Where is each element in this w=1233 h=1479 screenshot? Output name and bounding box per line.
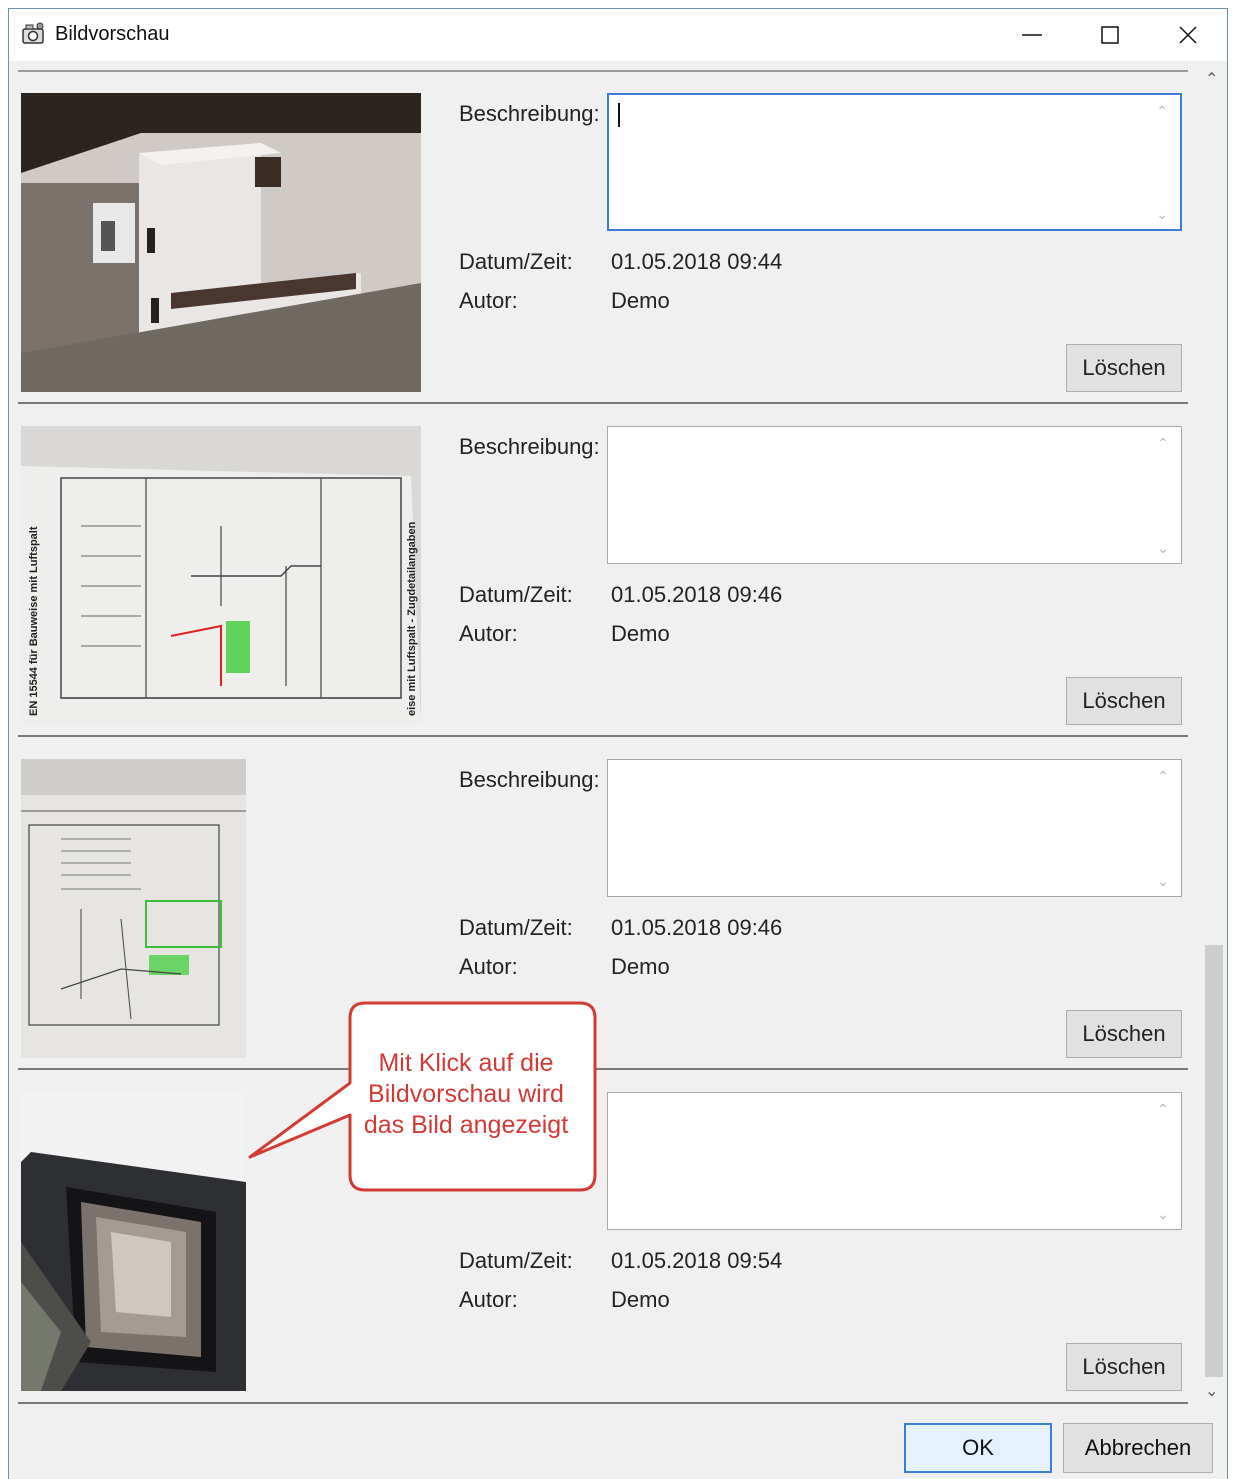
image-entry: Beschreibung: ⌃ ⌄ Datum/Zeit: 01.05.2018… (9, 61, 1199, 404)
chevron-down-icon[interactable]: ⌄ (1157, 873, 1169, 890)
dialog-window: Bildvorschau Beschreibung: ⌃ ⌄ Datum/Zei… (8, 8, 1228, 1479)
delete-button[interactable]: Löschen (1066, 344, 1182, 392)
description-label: Beschreibung: (459, 101, 600, 126)
vertical-scrollbar[interactable]: ⌃ ⌄ (1201, 61, 1227, 1405)
window-title: Bildvorschau (55, 23, 170, 45)
author-value: Demo (611, 288, 670, 313)
author-label: Autor: (459, 621, 518, 646)
chevron-up-icon[interactable]: ⌃ (1156, 103, 1168, 120)
description-label: Beschreibung: (459, 767, 600, 792)
maximize-button[interactable] (1071, 9, 1149, 61)
description-input[interactable] (614, 764, 1148, 893)
description-input[interactable] (614, 1097, 1148, 1226)
camera-app-icon (22, 22, 44, 44)
chevron-up-icon[interactable]: ⌃ (1157, 1101, 1169, 1118)
description-label: Beschreibung: (459, 434, 600, 459)
delete-button[interactable]: Löschen (1066, 1343, 1182, 1391)
callout-line: Bildvorschau wird (368, 1080, 564, 1108)
author-label: Autor: (459, 1287, 518, 1312)
image-entry: ⌃ ⌄ Datum/Zeit: 01.05.2018 09:54 Autor: … (9, 1060, 1199, 1393)
image-entry: EN 15544 für Bauweise mit Luftspalt eise… (9, 394, 1199, 737)
delete-button[interactable]: Löschen (1066, 677, 1182, 725)
description-textarea[interactable]: ⌃ ⌄ (607, 1092, 1182, 1230)
svg-text:eise mit Luftspalt - Zugdetail: eise mit Luftspalt - Zugdetailangaben (406, 521, 418, 716)
datetime-value: 01.05.2018 09:46 (611, 915, 783, 940)
chevron-down-icon[interactable]: ⌄ (1156, 206, 1168, 223)
description-input[interactable] (614, 431, 1148, 560)
author-value: Demo (611, 1287, 670, 1312)
description-input[interactable] (615, 99, 1149, 228)
author-value: Demo (611, 621, 670, 646)
datetime-value: 01.05.2018 09:46 (611, 582, 783, 607)
datetime-label: Datum/Zeit: (459, 582, 573, 607)
chevron-down-icon[interactable]: ⌄ (1157, 1206, 1169, 1223)
minimize-icon (1022, 34, 1042, 36)
description-textarea[interactable]: ⌃ ⌄ (607, 93, 1182, 231)
text-caret (618, 103, 620, 127)
maximize-icon (1101, 26, 1119, 44)
description-textarea[interactable]: ⌃ ⌄ (607, 426, 1182, 564)
scroll-down-icon[interactable]: ⌄ (1205, 1381, 1218, 1401)
title-bar[interactable]: Bildvorschau (9, 9, 1227, 61)
image-entry: Beschreibung: ⌃ ⌄ Datum/Zeit: 01.05.2018… (9, 727, 1199, 1070)
callout-text: Mit Klick auf die Bildvorschau wird das … (338, 1048, 594, 1141)
stove-room-photo (21, 93, 421, 392)
datetime-label: Datum/Zeit: (459, 915, 573, 940)
description-textarea[interactable]: ⌃ ⌄ (607, 759, 1182, 897)
image-thumbnail[interactable] (21, 1092, 246, 1391)
chevron-up-icon[interactable]: ⌃ (1157, 768, 1169, 785)
image-thumbnail[interactable] (21, 93, 421, 392)
author-label: Autor: (459, 954, 518, 979)
datetime-value: 01.05.2018 09:44 (611, 249, 783, 274)
author-label: Autor: (459, 288, 518, 313)
svg-text:EN 15544 für Bauweise mit Luft: EN 15544 für Bauweise mit Luftspalt (28, 526, 40, 716)
chevron-down-icon[interactable]: ⌄ (1157, 540, 1169, 557)
datetime-label: Datum/Zeit: (459, 249, 573, 274)
chimney-door-photo (21, 1092, 246, 1391)
cancel-button[interactable]: Abbrechen (1063, 1423, 1213, 1473)
image-thumbnail[interactable]: EN 15544 für Bauweise mit Luftspalt eise… (21, 426, 421, 725)
datetime-value: 01.05.2018 09:54 (611, 1248, 783, 1273)
chevron-up-icon[interactable]: ⌃ (1157, 435, 1169, 452)
ok-button[interactable]: OK (904, 1423, 1052, 1473)
callout-line: das Bild angezeigt (363, 1111, 569, 1139)
close-button[interactable] (1149, 9, 1227, 61)
close-icon (1179, 26, 1197, 44)
image-list[interactable]: Beschreibung: ⌃ ⌄ Datum/Zeit: 01.05.2018… (9, 61, 1229, 1405)
scrollbar-thumb[interactable] (1205, 945, 1223, 1377)
author-value: Demo (611, 954, 670, 979)
divider (18, 1402, 1188, 1404)
datetime-label: Datum/Zeit: (459, 1248, 573, 1273)
image-thumbnail[interactable] (21, 759, 246, 1058)
callout-line: Mit Klick auf die (378, 1049, 554, 1077)
technical-drawing-landscape: EN 15544 für Bauweise mit Luftspalt eise… (21, 426, 421, 725)
scroll-up-icon[interactable]: ⌃ (1205, 69, 1218, 89)
delete-button[interactable]: Löschen (1066, 1010, 1182, 1058)
technical-drawing-portrait (21, 759, 246, 1058)
minimize-button[interactable] (993, 9, 1071, 61)
